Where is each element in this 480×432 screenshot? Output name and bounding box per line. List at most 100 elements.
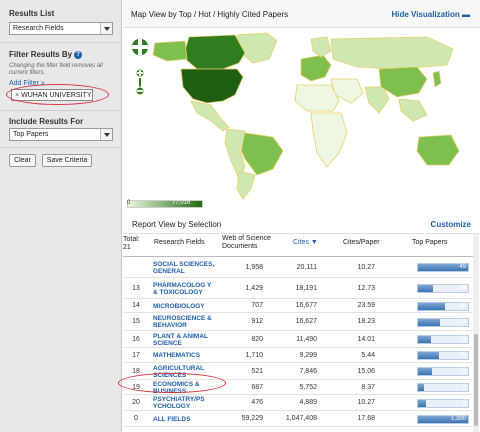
top-papers-bar-fill — [418, 368, 432, 375]
research-field-link[interactable]: ALL FIELDS — [153, 416, 215, 423]
world-map[interactable] — [127, 29, 471, 201]
cell-rank: 13 — [132, 284, 140, 292]
region-japan — [432, 70, 442, 88]
active-filter-chip: × WUHAN UNIVERSITY — [11, 89, 93, 101]
top-papers-bar-fill — [418, 399, 426, 407]
table-scrollbar[interactable] — [473, 234, 479, 432]
top-papers-bar[interactable]: 21 — [417, 317, 469, 327]
region-europe-west — [300, 54, 332, 82]
research-field-link[interactable]: ECONOMICS & BUSINESS — [153, 381, 215, 395]
top-papers-bar[interactable]: 26 — [417, 301, 469, 311]
research-field-link[interactable]: PSYCHIATRY/PS YCHOLOGY — [153, 396, 215, 410]
chevron-down-icon — [100, 23, 112, 34]
hide-visualization-label: Hide Visualization — [391, 10, 460, 19]
research-field-link[interactable]: AGRICULTURAL SCIENCES — [153, 365, 215, 379]
table-row[interactable]: 13 PHARMACOLOG Y & TOXICOLOGY 1,429 18,191 1… — [123, 278, 473, 299]
include-for-select[interactable]: Top Papers — [9, 128, 113, 141]
research-field-link[interactable]: MATHEMATICS — [153, 352, 215, 359]
research-field-link[interactable]: SOCIAL SCIENCES, GENERAL — [153, 261, 215, 275]
cell-cites-per-paper: 12.73 — [357, 284, 375, 292]
filter-by-heading: Filter Results By? — [9, 50, 83, 59]
help-icon[interactable]: ? — [74, 50, 83, 59]
column-header-research-fields[interactable]: Research Fields — [154, 239, 205, 247]
results-list-select-value: Research Fields — [13, 25, 64, 32]
cell-documents: 1,710 — [245, 351, 263, 359]
table-row[interactable]: 14 MICROBIOLOGY 707 16,677 23.59 26 — [123, 299, 473, 313]
table-row[interactable]: 16 PLANT & ANIMAL SCIENCE 820 11,490 14.01 12 — [123, 331, 473, 348]
research-field-link[interactable]: PHARMACOLOG Y & TOXICOLOGY — [153, 282, 215, 296]
filter-by-label: Filter Results By — [9, 50, 73, 59]
cell-rank: 16 — [132, 335, 140, 343]
top-papers-bar[interactable]: 6 — [417, 383, 469, 392]
table-row[interactable]: SOCIAL SCIENCES, GENERAL 1,958 20,111 10.27… — [123, 257, 473, 278]
table-row[interactable]: 19 ECONOMICS & BUSINESS 687 5,752 8.37 6 — [123, 380, 473, 395]
cell-documents: 476 — [251, 399, 263, 406]
top-papers-value: 14 — [459, 285, 466, 291]
top-papers-bar[interactable]: 13 — [417, 367, 469, 376]
cell-documents: 912 — [251, 318, 263, 325]
region-argentina — [236, 170, 256, 200]
column-header-cites[interactable]: Cites ▼ — [293, 239, 318, 247]
table-row[interactable]: 18 AGRICULTURAL SCIENCES 521 7,846 15.06 13 — [123, 363, 473, 380]
region-russia — [330, 36, 454, 70]
table-row[interactable]: 20 PSYCHIATRY/PS YCHOLOGY 476 4,889 10.27 8 — [123, 395, 473, 411]
cell-cites-per-paper: 5.44 — [361, 351, 375, 359]
hide-visualization-link[interactable]: Hide Visualization ▬ — [391, 10, 470, 19]
top-papers-bar-fill — [418, 336, 431, 343]
top-papers-bar-fill — [418, 318, 440, 326]
top-papers-value: 49 — [459, 264, 466, 270]
divider — [0, 147, 122, 148]
table-row[interactable]: 17 MATHEMATICS 1,710 9,299 5.44 20 — [123, 348, 473, 363]
column-header-cites-per-paper[interactable]: Cites/Paper — [343, 239, 380, 247]
cell-cites: 5,752 — [299, 383, 317, 391]
column-header-top-papers[interactable]: Top Papers — [412, 239, 447, 247]
cell-cites-per-paper: 23.59 — [357, 302, 375, 309]
map-title: Map View by Top / Hot / Highly Cited Pap… — [131, 10, 289, 19]
cell-documents: 687 — [251, 383, 263, 391]
top-papers-bar[interactable]: 14 — [417, 284, 469, 293]
top-papers-bar[interactable]: 12 — [417, 335, 469, 344]
results-list-select[interactable]: Research Fields — [9, 22, 113, 35]
report-header: Report View by Selection Customize — [123, 214, 480, 234]
column-header-wos-documents[interactable]: Web of Science Documents — [222, 235, 278, 251]
top-papers-value: 20 — [459, 352, 466, 358]
cell-cites-per-paper: 17.68 — [357, 415, 375, 422]
region-africa-south — [310, 112, 348, 168]
cell-documents: 1,958 — [245, 263, 263, 271]
region-africa-north — [294, 84, 340, 112]
add-filter-link[interactable]: Add Filter » — [9, 80, 45, 87]
region-mexico — [190, 100, 230, 132]
remove-filter-icon[interactable]: × — [15, 92, 19, 99]
top-papers-value: 1,390 — [450, 415, 466, 422]
research-field-link[interactable]: PLANT & ANIMAL SCIENCE — [153, 333, 215, 347]
region-greenland — [236, 32, 278, 64]
active-filter-label: WUHAN UNIVERSITY — [21, 92, 92, 99]
top-papers-bar[interactable]: 8 — [417, 398, 469, 408]
top-papers-value: 26 — [459, 302, 466, 309]
report-title: Report View by Selection — [132, 220, 222, 229]
top-papers-value: 13 — [459, 368, 466, 374]
cell-cites-per-paper: 14.01 — [357, 335, 375, 343]
table-row[interactable]: 15 NEUROSCIENCE & BEHAVIOR 912 16,627 18.23 2… — [123, 313, 473, 331]
scrollbar-thumb[interactable] — [474, 334, 478, 426]
cell-cites: 11,490 — [296, 335, 317, 343]
cell-rank: 19 — [132, 383, 140, 391]
cell-cites: 16,627 — [295, 318, 317, 325]
region-alaska — [152, 40, 188, 62]
cell-documents: 59,229 — [241, 415, 263, 422]
research-field-link[interactable]: MICROBIOLOGY — [153, 303, 215, 310]
cell-cites-per-paper: 10.27 — [357, 263, 375, 271]
column-header-total: Total: 21 — [123, 236, 140, 251]
research-field-link[interactable]: NEUROSCIENCE & BEHAVIOR — [153, 315, 215, 329]
top-papers-bar[interactable]: 20 — [417, 351, 469, 360]
map-zoom-controls — [130, 37, 150, 96]
top-papers-bar[interactable]: 1,390 — [417, 414, 469, 424]
sidebar: Results List Research Fields Filter Resu… — [0, 0, 122, 432]
save-criteria-button[interactable]: Save Criteria — [42, 154, 92, 167]
customize-link[interactable]: Customize — [431, 220, 471, 229]
top-papers-bar[interactable]: 49 — [417, 263, 469, 272]
legend-min-label: 0 — [127, 200, 131, 206]
table-row[interactable]: 0 ALL FIELDS 59,229 1,047,408 17.68 1,390 — [123, 411, 473, 427]
clear-button[interactable]: Clear — [9, 154, 36, 167]
region-india — [364, 86, 390, 114]
